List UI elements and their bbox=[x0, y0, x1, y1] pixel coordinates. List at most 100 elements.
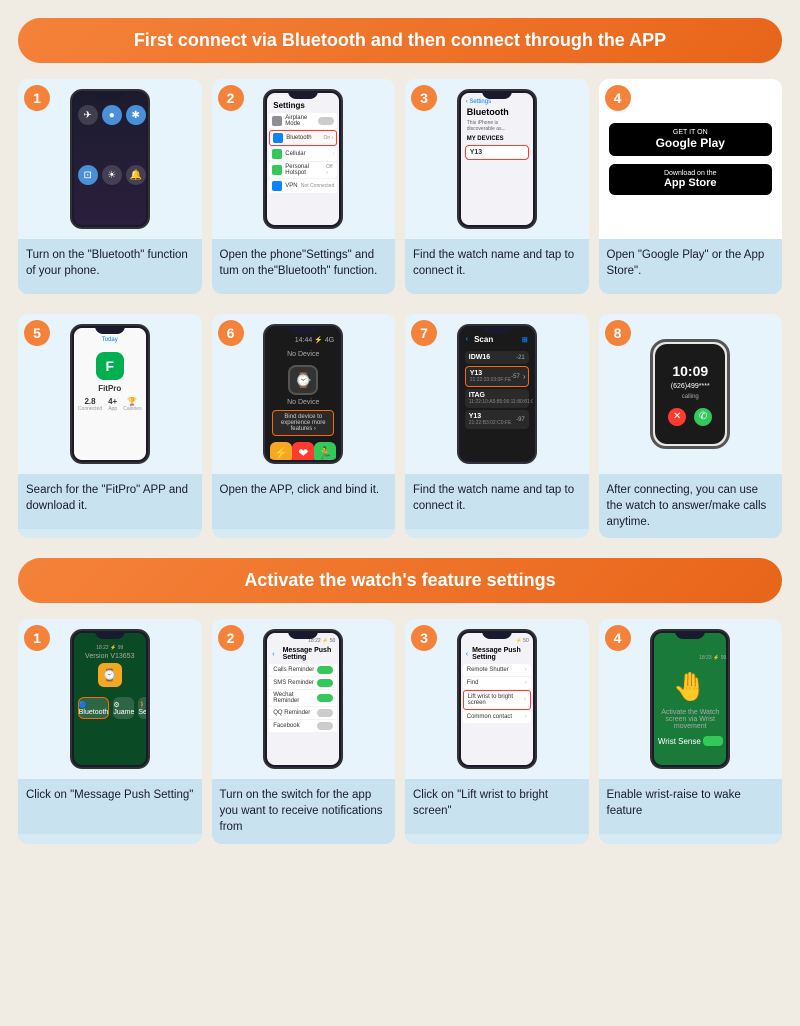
step-5-card: 5 Today F FitPro 2.8 Connected bbox=[18, 314, 202, 538]
msg-sms: SMS Reminder bbox=[269, 677, 337, 689]
calls-toggle[interactable] bbox=[317, 666, 333, 674]
phone-mockup-5: Today F FitPro 2.8 Connected 4+ App bbox=[70, 324, 150, 464]
cellular-icon bbox=[272, 149, 282, 159]
section1-banner: First connect via Bluetooth and then con… bbox=[18, 18, 782, 63]
scan-item-y13[interactable]: Y13 21:22:33:03:0F:FE -57 › bbox=[465, 366, 529, 387]
msg-qq: QQ Reminder bbox=[269, 707, 337, 719]
mute-icon: 🔔 bbox=[126, 165, 146, 185]
scan-screen: ‹ Scan ⊞ IDW16 -21 Y13 bbox=[461, 328, 533, 460]
step-4-image: 4 GET IT ON Google Play Download on the … bbox=[599, 79, 783, 239]
wrist-sense-icon: 🤚 bbox=[673, 670, 708, 703]
msg-wechat: Wechat Reminder bbox=[269, 690, 337, 706]
step-8-number: 8 bbox=[605, 320, 631, 346]
step-5-desc: Search for the "FitPro" APP and download… bbox=[18, 474, 202, 529]
control-center-screen: ✈ ● ✱ ◐ ⊡ ☀ 🔔 ⊞ bbox=[74, 93, 146, 225]
step-3-card: 3 ‹ Settings Bluetooth This iPhone is di… bbox=[405, 79, 589, 294]
activate-step-1-image: 1 18:22 ⚡ 99 Version V13653 ⌚ 🔵Bluetooth… bbox=[18, 619, 202, 779]
activate-step-2-number: 2 bbox=[218, 625, 244, 651]
wrist-sense-content: 18:23 ⚡ 99 🤚 Activate the Watch screen v… bbox=[654, 633, 726, 765]
phone-mockup-2: Settings Airplane Mode Bluetooth On › bbox=[263, 89, 343, 229]
wrist-toggle[interactable] bbox=[703, 736, 723, 746]
watch-grid-juame[interactable]: ⚙Juame bbox=[113, 697, 134, 719]
lift-common-contact: Common contact › bbox=[463, 711, 531, 723]
appstore-line1: Download on the bbox=[619, 170, 763, 177]
step-5-image: 5 Today F FitPro 2.8 Connected bbox=[18, 314, 202, 474]
settings-vpn: VPN Not Connected bbox=[269, 179, 337, 193]
activate-step-3-number: 3 bbox=[411, 625, 437, 651]
settings-screen: Settings Airplane Mode Bluetooth On › bbox=[267, 93, 339, 225]
watch-grid-sedentary[interactable]: 🚶Sedentary bbox=[138, 697, 145, 719]
lift-remote-shutter: Remote Shutter › bbox=[463, 664, 531, 676]
watch-center-icon: ⌚ bbox=[288, 365, 318, 395]
app-bind-screen: 14:44 ⚡ 4G No Device ⌚ No Device Bind de… bbox=[267, 328, 339, 460]
wifi-icon: ● bbox=[102, 105, 122, 125]
step-1-desc: Turn on the "Bluetooth" function of your… bbox=[18, 239, 202, 294]
step-1-image: 1 ✈ ● ✱ ◐ ⊡ ☀ bbox=[18, 79, 202, 239]
bt-screen: ‹ Settings Bluetooth This iPhone is disc… bbox=[461, 93, 533, 225]
app-store-button[interactable]: Download on the App Store bbox=[609, 164, 773, 195]
scan-item-itag: ITAG 11:22:10:A5:85:06:11:80:81:03 -72 bbox=[465, 389, 529, 408]
phone-mockup-1: ✈ ● ✱ ◐ ⊡ ☀ 🔔 ⊞ bbox=[70, 89, 150, 229]
accept-button[interactable]: ✆ bbox=[694, 408, 712, 426]
activate-step-4-image: 4 18:23 ⚡ 99 🤚 Activate the Watch screen… bbox=[599, 619, 783, 779]
lift-screen: ⚡ 50 ‹ Message Push Setting Remote Shutt… bbox=[461, 633, 533, 765]
step-4-card: 4 GET IT ON Google Play Download on the … bbox=[599, 79, 783, 294]
appstore-line2: App Store bbox=[619, 177, 763, 189]
watch-call-screen: 10:09 (626)499**** calling ✕ ✆ bbox=[655, 344, 725, 444]
step-6-desc: Open the APP, click and bind it. bbox=[212, 474, 396, 529]
watch-grid: 🔵Bluetooth ⚙Juame 🚶Sedentary bbox=[78, 697, 142, 719]
bt-y13-device[interactable]: Y13 bbox=[465, 145, 529, 160]
qq-toggle[interactable] bbox=[317, 709, 333, 717]
app-feature-icon3: 🏃 bbox=[314, 442, 336, 460]
bluetooth-screen: ‹ Settings Bluetooth This iPhone is disc… bbox=[461, 93, 533, 225]
step-2-image: 2 Settings Airplane Mode Bluetooth bbox=[212, 79, 396, 239]
fitpro-screen: Today F FitPro 2.8 Connected 4+ App bbox=[74, 328, 146, 460]
lift-find: Find › bbox=[463, 677, 531, 689]
fb-toggle[interactable] bbox=[317, 722, 333, 730]
watch-grid-bt[interactable]: 🔵Bluetooth bbox=[78, 697, 110, 719]
msg-facebook: Facebook bbox=[269, 720, 337, 732]
steps-grid-row1: 1 ✈ ● ✱ ◐ ⊡ ☀ bbox=[18, 79, 782, 294]
step-4-number: 4 bbox=[605, 85, 631, 111]
step-3-number: 3 bbox=[411, 85, 437, 111]
app-feature-icon1: ⚡ bbox=[270, 442, 292, 460]
phone-mockup-a1: 18:22 ⚡ 99 Version V13653 ⌚ 🔵Bluetooth ⚙… bbox=[70, 629, 150, 769]
steps-grid-row3: 1 18:22 ⚡ 99 Version V13653 ⌚ 🔵Bluetooth… bbox=[18, 619, 782, 843]
step-2-number: 2 bbox=[218, 85, 244, 111]
google-play-button[interactable]: GET IT ON Google Play bbox=[609, 123, 773, 156]
sms-toggle[interactable] bbox=[317, 679, 333, 687]
settings-cellular: Cellular › bbox=[269, 147, 337, 161]
step-7-image: 7 ‹ Scan ⊞ IDW16 -21 bbox=[405, 314, 589, 474]
step-3-desc: Find the watch name and tap to connect i… bbox=[405, 239, 589, 294]
step-6-card: 6 14:44 ⚡ 4G No Device ⌚ No Device Bind … bbox=[212, 314, 396, 538]
decline-button[interactable]: ✕ bbox=[668, 408, 686, 426]
wechat-toggle[interactable] bbox=[317, 694, 333, 702]
bind-device-button[interactable]: Bind device to experience more features … bbox=[272, 410, 334, 436]
watch-app-screen: 18:22 ⚡ 99 Version V13653 ⌚ 🔵Bluetooth ⚙… bbox=[74, 633, 146, 765]
phone-notch-2 bbox=[288, 91, 318, 99]
lift-content: ⚡ 50 ‹ Message Push Setting Remote Shutt… bbox=[461, 633, 533, 765]
lift-wrist-to-bright[interactable]: Lift wrist to bright screen › bbox=[463, 690, 531, 710]
activate-step-2-card: 2 18:22 ⚡ 50 ‹ Message Push Setting Call… bbox=[212, 619, 396, 843]
gplay-line1: GET IT ON bbox=[621, 129, 761, 136]
step-6-image: 6 14:44 ⚡ 4G No Device ⌚ No Device Bind … bbox=[212, 314, 396, 474]
hotspot-icon bbox=[272, 165, 282, 175]
watch-app-icon: ⌚ bbox=[98, 663, 122, 687]
fitpro-content: Today F FitPro 2.8 Connected 4+ App bbox=[74, 328, 146, 460]
activate-step-4-desc: Enable wrist-raise to wake feature bbox=[599, 779, 783, 834]
phone-notch-7 bbox=[482, 326, 512, 334]
step-6-number: 6 bbox=[218, 320, 244, 346]
activate-step-1-card: 1 18:22 ⚡ 99 Version V13653 ⌚ 🔵Bluetooth… bbox=[18, 619, 202, 843]
fitpro-logo: F bbox=[96, 352, 124, 380]
wrist-desc: Activate the Watch screen via Wrist move… bbox=[654, 709, 726, 730]
step-7-desc: Find the watch name and tap to connect i… bbox=[405, 474, 589, 529]
settings-bluetooth[interactable]: Bluetooth On › bbox=[269, 130, 337, 146]
step-7-card: 7 ‹ Scan ⊞ IDW16 -21 bbox=[405, 314, 589, 538]
msg-push-title: Message Push Setting bbox=[283, 647, 335, 661]
vpn-icon bbox=[272, 181, 282, 191]
call-buttons: ✕ ✆ bbox=[668, 408, 712, 426]
fitpro-name: FitPro bbox=[77, 384, 143, 393]
no-device-text: No Device bbox=[270, 399, 336, 406]
phone-notch-5 bbox=[95, 326, 125, 334]
call-status: calling bbox=[682, 394, 699, 400]
